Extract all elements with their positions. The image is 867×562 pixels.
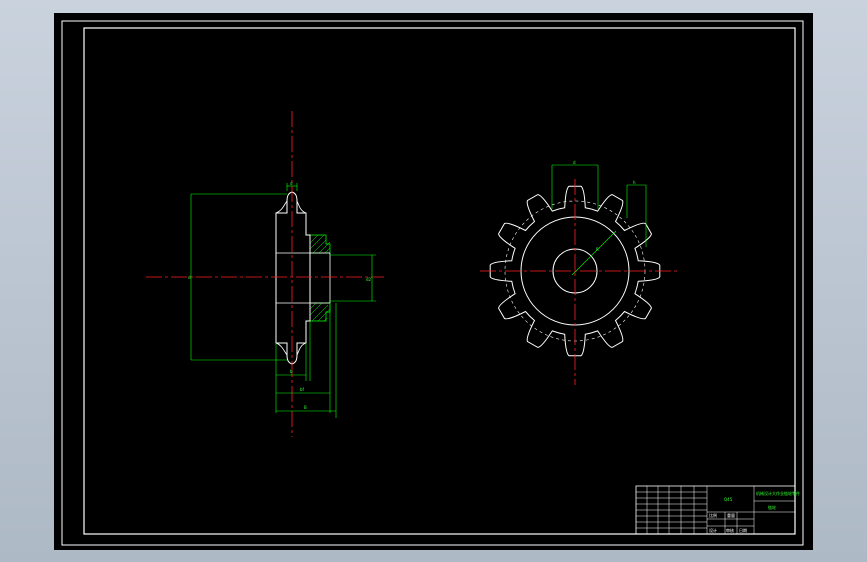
dim-bottom-3-label: B: [304, 405, 307, 410]
sign-design: 设计: [709, 527, 717, 533]
front-dim-top-label: d: [573, 160, 576, 165]
scale-header: 比例: [709, 512, 717, 518]
sign-review: 审核: [726, 527, 734, 533]
front-view: d h R: [480, 160, 680, 385]
cad-viewport[interactable]: d d2 d b bf B d h R Q45 机械设计大作业链轮零件 链轮 比…: [54, 13, 813, 550]
part-name: 链轮: [768, 504, 776, 510]
hub-hatch-top: [309, 234, 331, 254]
dim-pitch-top-label: d: [290, 181, 293, 186]
sheet-inner-border: [83, 27, 796, 535]
front-radius-label: R: [596, 247, 599, 252]
dim-outer-label: d: [188, 275, 191, 280]
sign-date: 日期: [739, 527, 747, 533]
title-block: Q45 机械设计大作业链轮零件 链轮 比例 重量 设计 审核 日期: [635, 485, 800, 535]
sheet-outer-border: [61, 20, 804, 546]
dim-bottom-2-label: bf: [300, 387, 305, 392]
weight-header: 重量: [727, 512, 735, 518]
side-tooth-curves-bottom: [275, 342, 307, 356]
title-material: Q45: [724, 497, 733, 502]
side-tooth-curves-top: [275, 200, 307, 214]
dim-bottom-1-label: b: [290, 369, 293, 374]
front-dim-right-label: h: [633, 180, 636, 185]
hub-hatch-bottom: [309, 302, 331, 322]
side-outline: [275, 191, 311, 365]
title-name: 机械设计大作业链轮零件: [756, 490, 800, 496]
dim-hub-label: d2: [366, 277, 372, 282]
sprocket-drawing: d d2 d b bf B d h R Q45 机械设计大作业链轮零件 链轮 比…: [61, 20, 804, 546]
side-view: d d2 d b bf B: [146, 111, 384, 437]
